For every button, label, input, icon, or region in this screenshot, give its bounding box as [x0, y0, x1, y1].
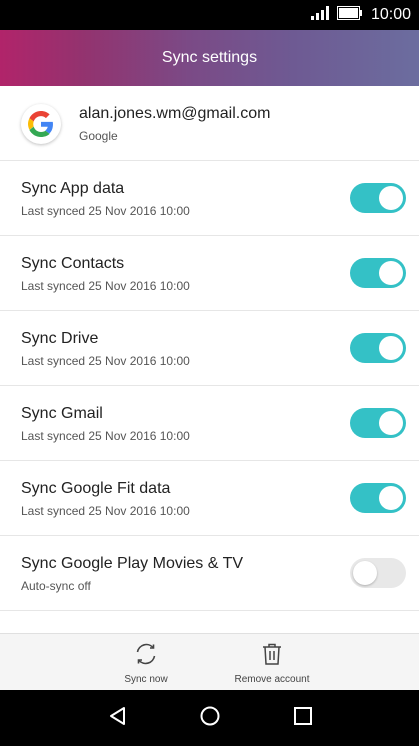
sync-row-google-fit[interactable]: Sync Google Fit data Last synced 25 Nov …	[0, 461, 419, 536]
page-title: Sync settings	[161, 49, 258, 66]
sync-play-movies-toggle[interactable]	[350, 558, 406, 588]
sync-row-title: Sync Contacts	[21, 255, 125, 272]
sync-row-subtitle: Last synced 25 Nov 2016 10:00	[21, 429, 190, 443]
remove-account-label: Remove account	[234, 674, 310, 685]
sync-google-fit-toggle[interactable]	[350, 483, 406, 513]
battery-icon	[336, 5, 363, 25]
signal-icon	[310, 5, 329, 25]
status-bar: 10:00	[0, 0, 419, 30]
sync-row-gmail[interactable]: Sync Gmail Last synced 25 Nov 2016 10:00	[0, 386, 419, 461]
sync-row-subtitle: Last synced 25 Nov 2016 10:00	[21, 504, 190, 518]
toggle-knob	[379, 336, 403, 360]
app-header: Sync settings	[0, 30, 419, 86]
sync-row-subtitle: Last synced 25 Nov 2016 10:00	[21, 354, 190, 368]
toggle-knob	[353, 561, 377, 585]
sync-row-contacts[interactable]: Sync Contacts Last synced 25 Nov 2016 10…	[0, 236, 419, 311]
sync-now-button[interactable]: Sync now	[104, 634, 188, 691]
sync-row-subtitle: Last synced 25 Nov 2016 10:00	[21, 204, 190, 218]
sync-icon	[133, 642, 159, 666]
sync-row-title: Sync App data	[21, 180, 125, 197]
status-icons: 10:00	[310, 0, 411, 30]
trash-icon	[261, 642, 283, 666]
sync-drive-toggle[interactable]	[350, 333, 406, 363]
back-icon	[107, 705, 129, 732]
toggle-knob	[379, 486, 403, 510]
sync-row-title: Sync Gmail	[21, 405, 103, 422]
sync-row-play-movies[interactable]: Sync Google Play Movies & TV Auto-sync o…	[0, 536, 419, 611]
home-button[interactable]	[198, 706, 222, 730]
sync-row-subtitle: Last synced 25 Nov 2016 10:00	[21, 279, 190, 293]
recents-button[interactable]	[291, 706, 315, 730]
bottom-action-bar: Sync now Remove account	[0, 633, 419, 691]
sync-list: Sync App data Last synced 25 Nov 2016 10…	[0, 161, 419, 611]
back-button[interactable]	[106, 706, 130, 730]
toggle-knob	[379, 261, 403, 285]
sync-now-label: Sync now	[124, 674, 168, 685]
toggle-knob	[379, 411, 403, 435]
sync-row-title: Sync Drive	[21, 330, 99, 347]
remove-account-button[interactable]: Remove account	[222, 634, 322, 691]
google-logo-icon	[21, 104, 61, 144]
sync-row-title: Sync Google Play Movies & TV	[21, 555, 244, 572]
home-icon	[199, 705, 221, 732]
sync-gmail-toggle[interactable]	[350, 408, 406, 438]
sync-row-subtitle: Auto-sync off	[21, 579, 91, 593]
toggle-knob	[379, 186, 403, 210]
sync-row-drive[interactable]: Sync Drive Last synced 25 Nov 2016 10:00	[0, 311, 419, 386]
navigation-bar	[0, 690, 419, 746]
account-type: Google	[79, 129, 118, 143]
recents-icon	[293, 706, 313, 731]
sync-row-title: Sync Google Fit data	[21, 480, 171, 497]
account-info: alan.jones.wm@gmail.com Google	[0, 86, 419, 161]
sync-row-app-data[interactable]: Sync App data Last synced 25 Nov 2016 10…	[0, 161, 419, 236]
sync-app-data-toggle[interactable]	[350, 183, 406, 213]
account-email: alan.jones.wm@gmail.com	[79, 105, 271, 122]
status-time: 10:00	[370, 6, 411, 23]
sync-contacts-toggle[interactable]	[350, 258, 406, 288]
